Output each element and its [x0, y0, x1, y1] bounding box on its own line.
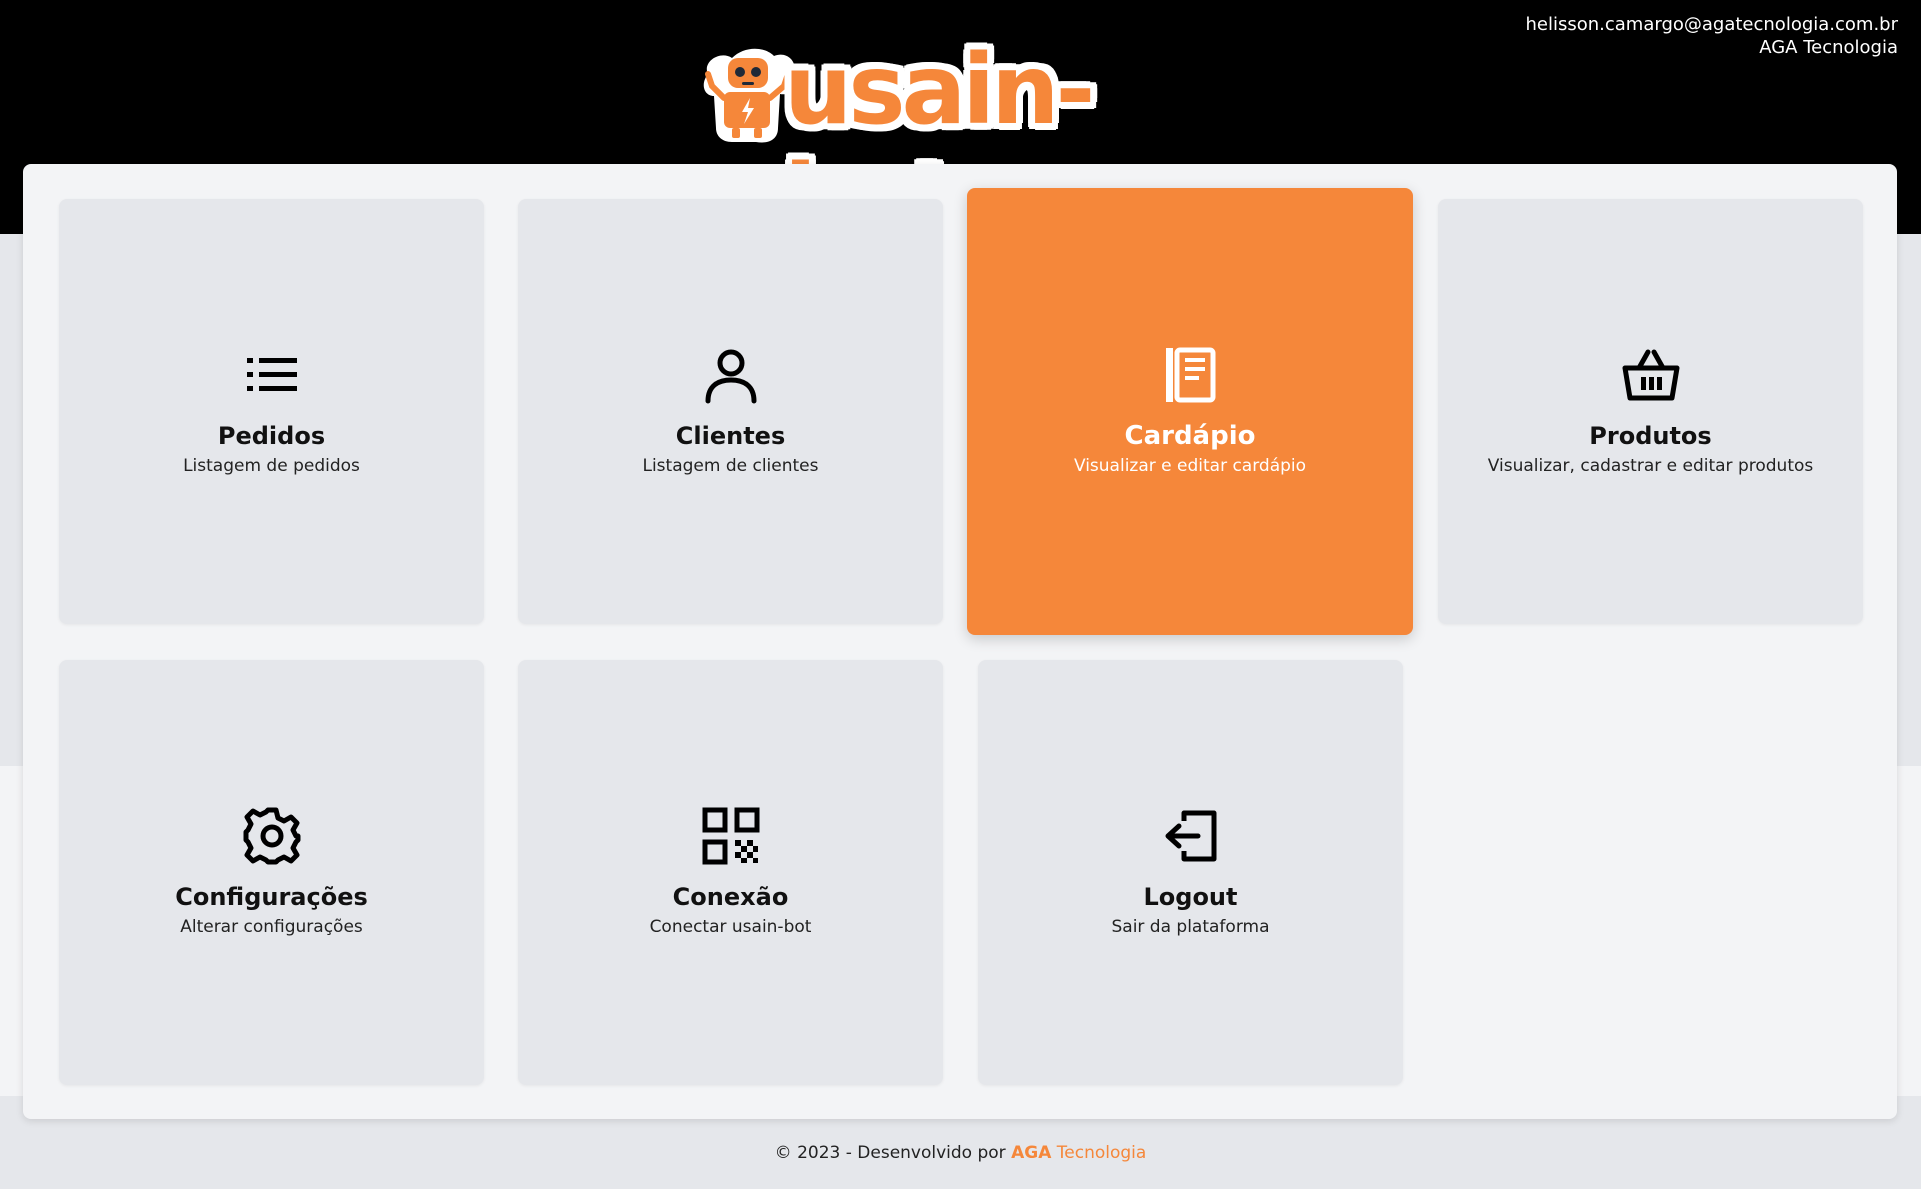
usain-bot-logo[interactable]: usain-bot — [698, 35, 1226, 255]
footer: © 2023 - Desenvolvido por AGA Tecnologia — [0, 1143, 1921, 1163]
user-icon — [702, 346, 760, 404]
gear-icon — [243, 807, 301, 865]
card-logout[interactable]: Logout Sair da plataforma — [978, 660, 1403, 1085]
basket-icon — [1622, 346, 1680, 404]
card-title: Cardápio — [1124, 420, 1256, 451]
card-title: Pedidos — [217, 421, 326, 450]
card-subtitle: Visualizar e editar cardápio — [1073, 455, 1307, 476]
card-subtitle: Sair da plataforma — [1111, 916, 1270, 937]
card-title: Logout — [1143, 882, 1238, 911]
user-company: AGA Tecnologia — [1759, 37, 1898, 58]
list-icon — [243, 346, 301, 404]
card-pedidos[interactable]: Pedidos Listagem de pedidos — [59, 199, 484, 624]
logout-icon — [1162, 807, 1220, 865]
user-info: helisson.camargo@agatecnologia.com.br AG… — [1525, 13, 1898, 59]
card-produtos[interactable]: Produtos Visualizar, cadastrar e editar … — [1438, 199, 1863, 624]
card-subtitle: Conectar usain-bot — [649, 916, 812, 937]
card-clientes[interactable]: Clientes Listagem de clientes — [518, 199, 943, 624]
card-configuracoes[interactable]: Configurações Alterar configurações — [59, 660, 484, 1085]
card-title: Configurações — [175, 882, 368, 911]
qr-code-icon — [702, 807, 760, 865]
footer-brand-aga[interactable]: AGA — [1011, 1143, 1051, 1163]
menu-book-icon — [1161, 346, 1219, 404]
card-conexao[interactable]: Conexão Conectar usain-bot — [518, 660, 943, 1085]
card-subtitle: Alterar configurações — [180, 916, 363, 937]
card-title: Clientes — [675, 421, 786, 450]
card-cardapio[interactable]: Cardápio Visualizar e editar cardápio — [967, 188, 1413, 635]
footer-brand-tecnologia[interactable]: Tecnologia — [1057, 1143, 1147, 1163]
card-subtitle: Listagem de pedidos — [183, 455, 360, 476]
card-subtitle: Listagem de clientes — [642, 455, 819, 476]
card-title: Conexão — [672, 882, 789, 911]
footer-copyright: © 2023 - Desenvolvido por — [774, 1143, 1006, 1163]
card-subtitle: Visualizar, cadastrar e editar produtos — [1487, 455, 1814, 476]
card-title: Produtos — [1589, 421, 1712, 450]
user-email: helisson.camargo@agatecnologia.com.br — [1525, 14, 1898, 35]
